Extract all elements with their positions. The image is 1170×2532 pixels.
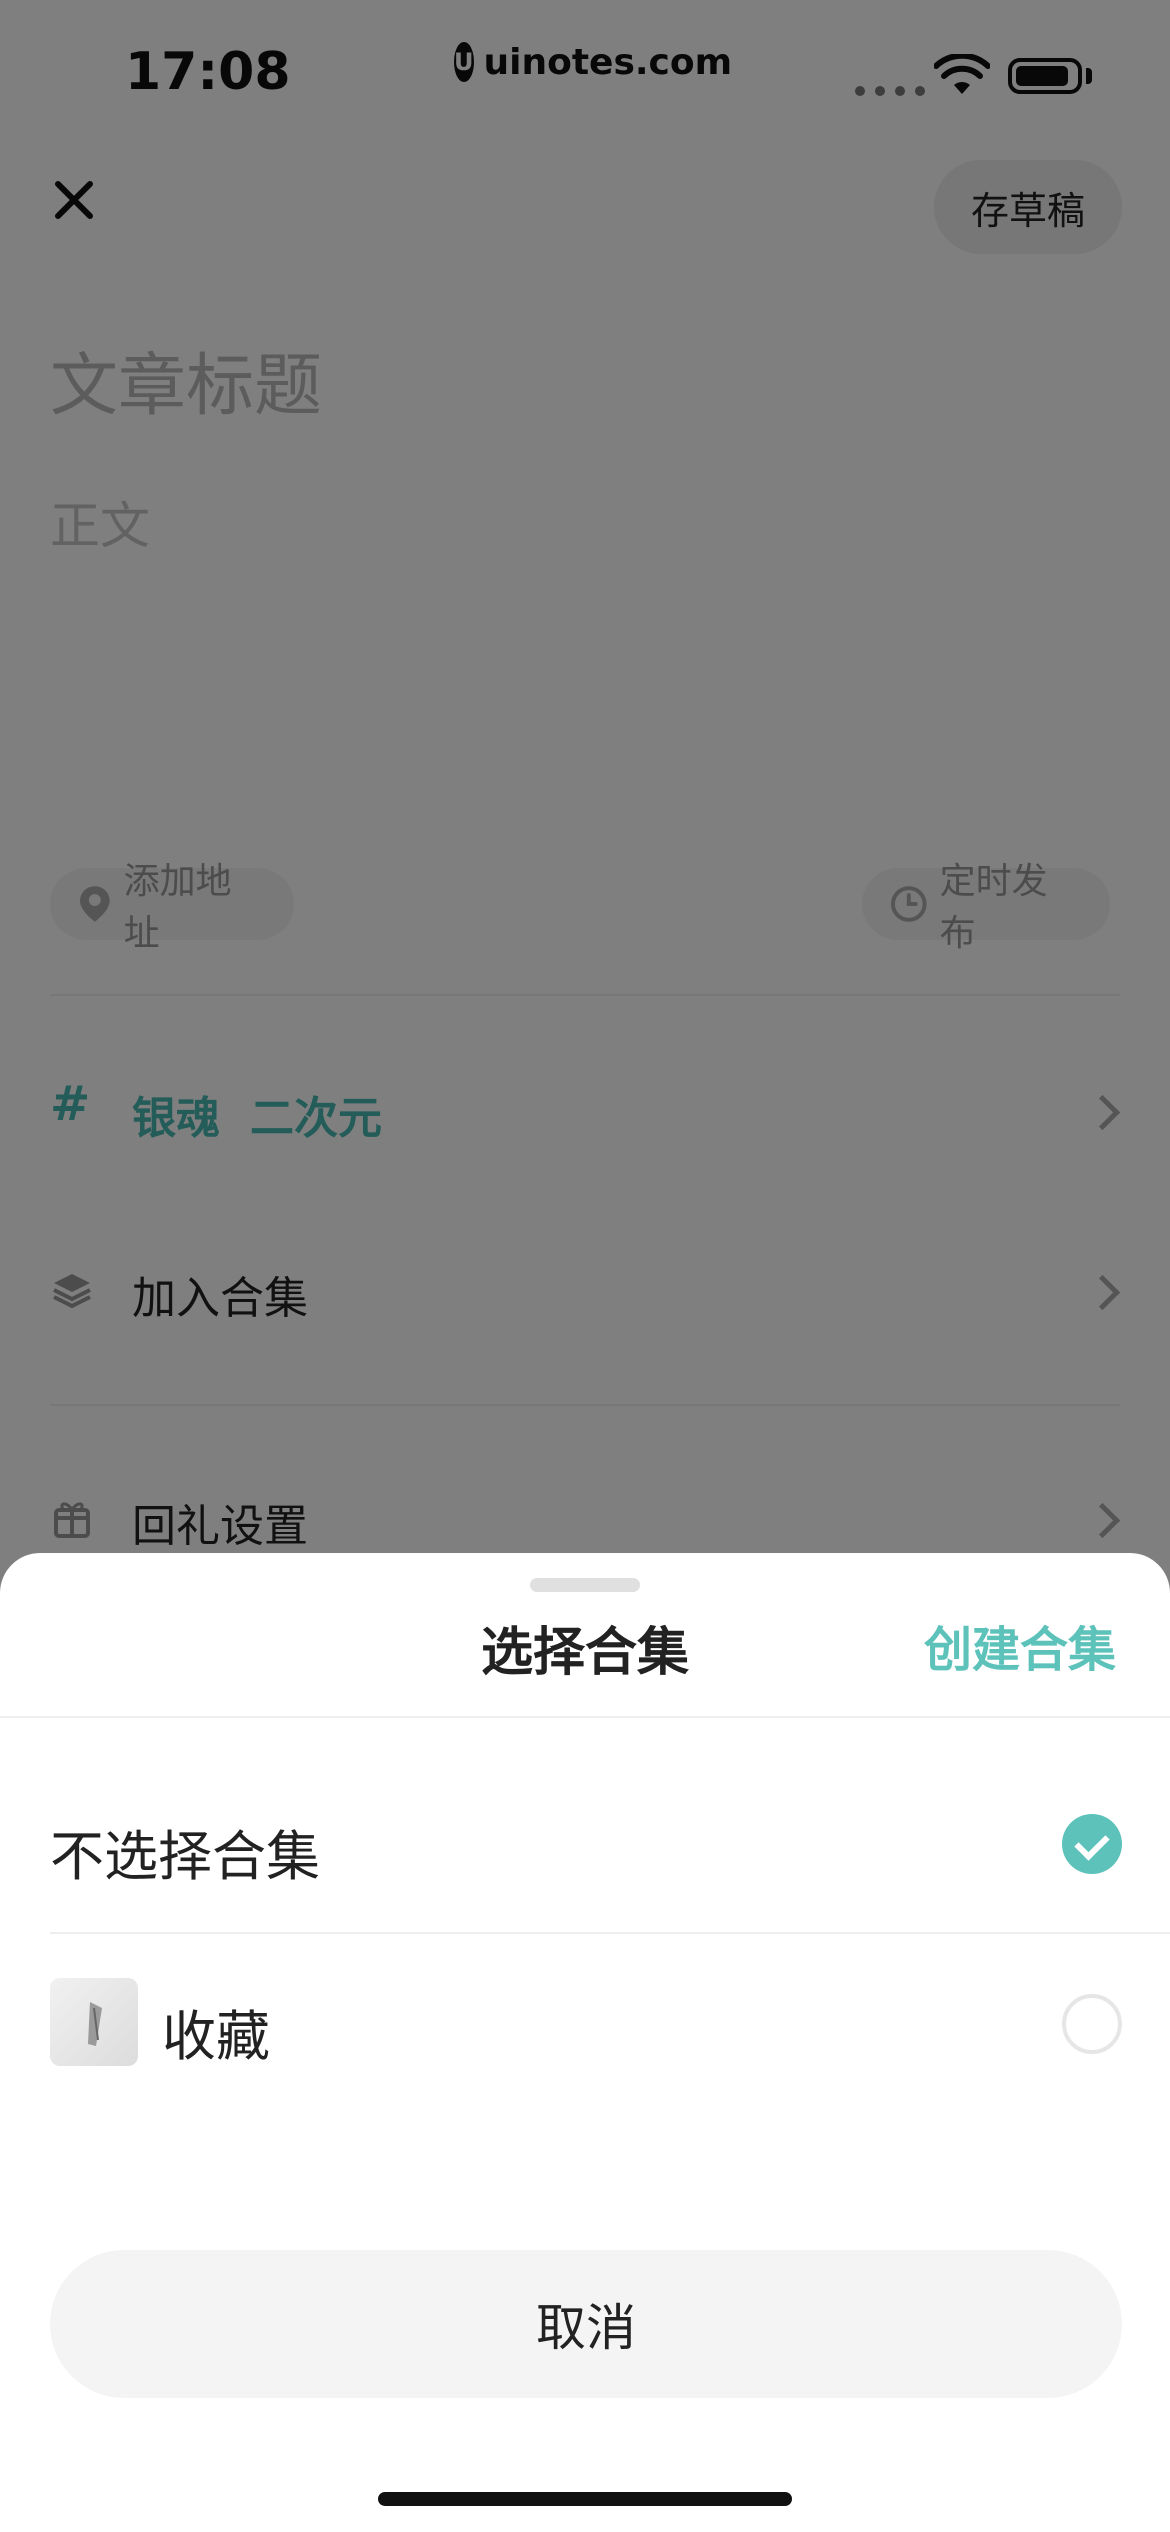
option-no-collection[interactable]: 不选择合集: [50, 1812, 320, 1891]
home-indicator: [378, 2492, 792, 2506]
create-collection-button[interactable]: 创建合集: [924, 1610, 1116, 1680]
radio-unchecked-icon[interactable]: [1062, 1994, 1122, 2054]
check-icon[interactable]: [1062, 1814, 1122, 1874]
divider: [50, 1932, 1170, 1934]
cancel-button[interactable]: 取消: [50, 2250, 1122, 2398]
divider: [0, 1716, 1170, 1718]
sheet-drag-handle[interactable]: [530, 1578, 640, 1592]
collection-thumbnail: [50, 1978, 138, 2066]
option-collection[interactable]: 收藏: [162, 1992, 270, 2071]
